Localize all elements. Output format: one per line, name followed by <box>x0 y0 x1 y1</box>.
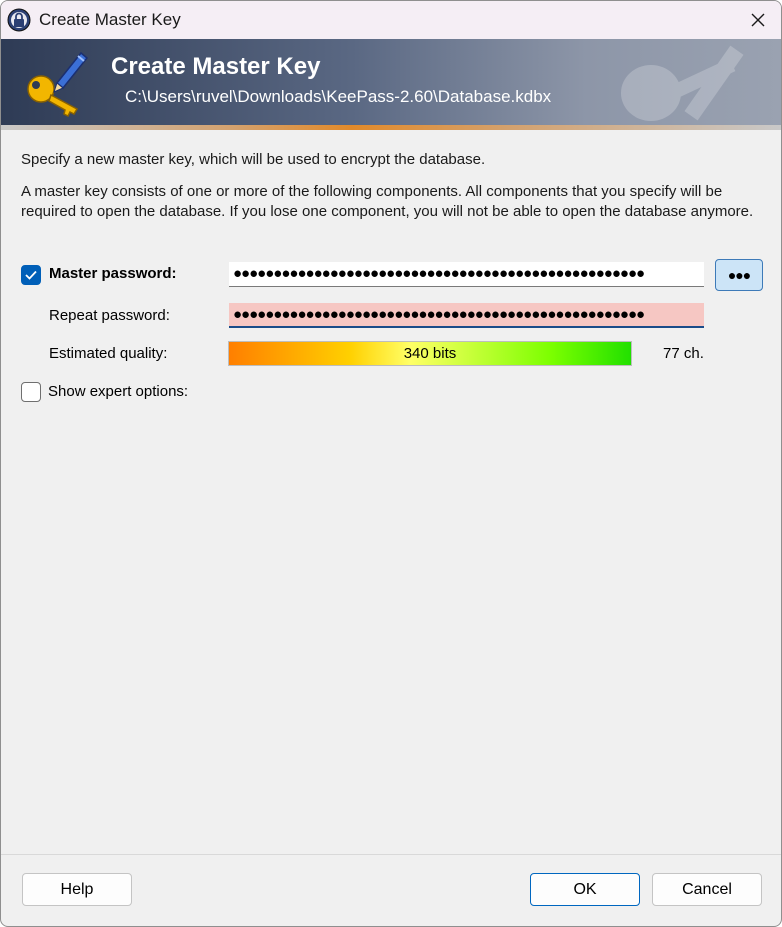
cancel-button[interactable]: Cancel <box>652 873 762 906</box>
key-pen-watermark-icon <box>621 45 744 121</box>
quality-progress-bar: 340 bits <box>228 341 632 366</box>
create-master-key-dialog: Create Master Key Create Master Key C:\U… <box>0 0 782 927</box>
password-length-text: 77 ch. <box>663 345 704 362</box>
key-pen-icon <box>27 51 89 118</box>
estimated-quality-label: Estimated quality: <box>49 345 168 362</box>
checkmark-icon <box>25 270 37 280</box>
banner-title: Create Master Key <box>111 53 321 80</box>
expert-options-label[interactable]: Show expert options: <box>48 383 188 400</box>
keepass-lock-icon <box>7 8 31 32</box>
close-icon <box>751 13 765 27</box>
master-password-label: Master password: <box>49 265 177 282</box>
expert-options-checkbox[interactable] <box>21 382 41 402</box>
intro-text: Specify a new master key, which will be … <box>21 151 486 168</box>
title-bar: Create Master Key <box>1 1 781 39</box>
footer-separator <box>1 854 781 855</box>
database-path: C:\Users\ruvel\Downloads\KeePass-2.60\Da… <box>125 87 552 106</box>
help-button[interactable]: Help <box>22 873 132 906</box>
repeat-password-input[interactable]: ●●●●●●●●●●●●●●●●●●●●●●●●●●●●●●●●●●●●●●●●… <box>229 303 704 328</box>
master-password-input[interactable]: ●●●●●●●●●●●●●●●●●●●●●●●●●●●●●●●●●●●●●●●●… <box>229 262 704 287</box>
components-description: A master key consists of one or more of … <box>21 183 754 220</box>
header-banner: Create Master Key C:\Users\ruvel\Downloa… <box>1 39 781 130</box>
show-password-button[interactable]: ●●● <box>715 259 763 291</box>
quality-bits-text: 340 bits <box>403 345 457 362</box>
master-password-checkbox[interactable] <box>21 265 41 285</box>
close-button[interactable] <box>735 1 781 39</box>
window-title: Create Master Key <box>39 10 181 29</box>
repeat-password-label: Repeat password: <box>49 307 170 324</box>
ok-button[interactable]: OK <box>530 873 640 906</box>
